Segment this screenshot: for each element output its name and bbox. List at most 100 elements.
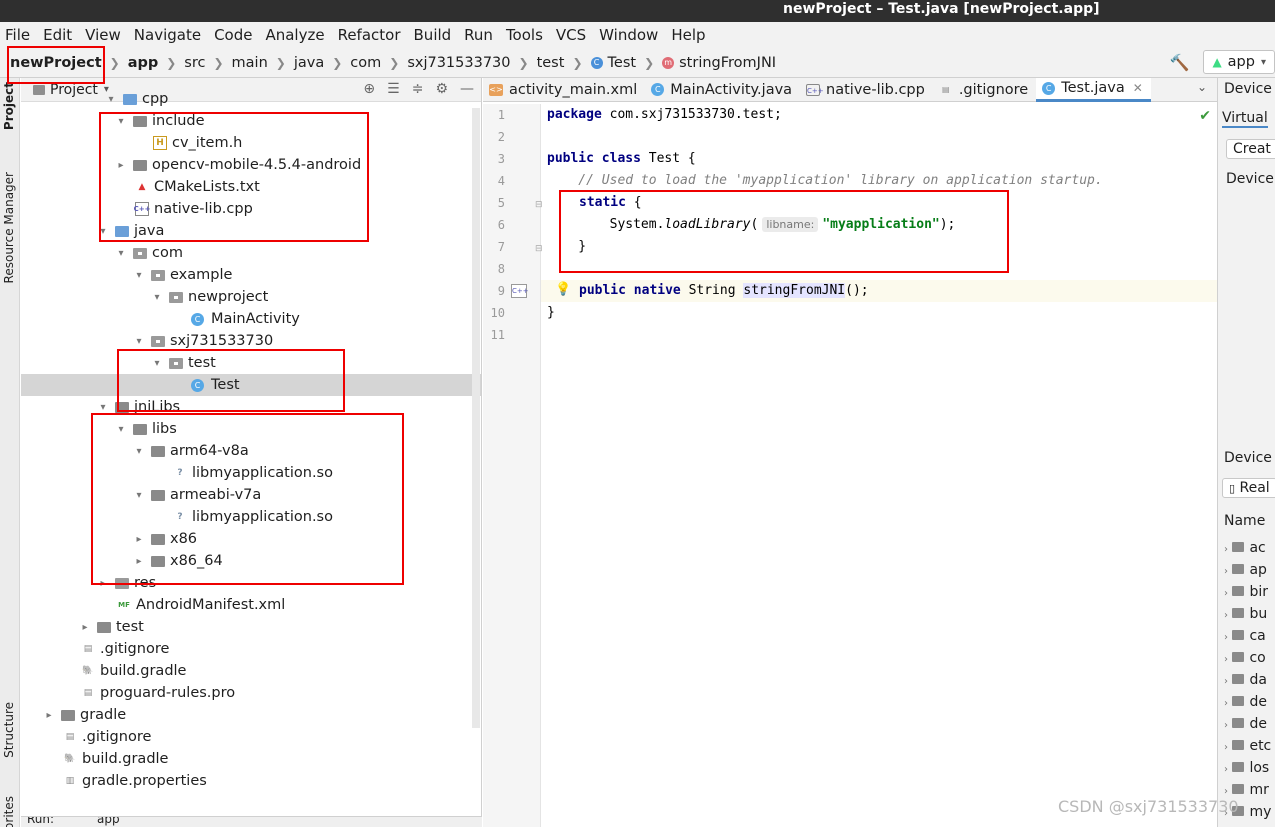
breadcrumb-src[interactable]: src ❯ xyxy=(184,55,231,71)
tree-item-x86-64[interactable]: ▸ x86_64 xyxy=(21,550,481,572)
breadcrumb-package[interactable]: sxj731533730 ❯ xyxy=(407,55,536,71)
breadcrumb-com[interactable]: com ❯ xyxy=(350,55,407,71)
tree-item-test-package[interactable]: ▾ test xyxy=(21,352,481,374)
tree-item-mainactivity[interactable]: C MainActivity xyxy=(21,308,481,330)
tab-virtual[interactable]: Virtual xyxy=(1222,110,1268,128)
tab-gitignore[interactable]: ▤ .gitignore xyxy=(933,78,1036,102)
chevron-down-icon: ▾ xyxy=(100,401,106,413)
tree-item-cpp[interactable]: ▾ cpp xyxy=(21,88,481,110)
run-config-select[interactable]: ▲ app ▾ xyxy=(1203,50,1275,74)
tree-item-native-lib-cpp[interactable]: C++ native-lib.cpp xyxy=(21,198,481,220)
breadcrumb-class[interactable]: C Test ❯ xyxy=(590,55,663,71)
tree-item-label: native-lib.cpp xyxy=(154,201,253,217)
create-device-button[interactable]: Creat xyxy=(1226,139,1275,159)
tree-item-gradle[interactable]: ▸ gradle xyxy=(21,704,481,726)
tab-project-side[interactable]: Project xyxy=(2,82,16,130)
menu-view[interactable]: View xyxy=(84,26,127,44)
tab-activity-main-xml[interactable]: <> activity_main.xml xyxy=(483,78,645,102)
menu-vcs[interactable]: VCS xyxy=(555,26,592,44)
tab-test-java[interactable]: C Test.java ✕ xyxy=(1036,77,1151,102)
xml-file-icon: <> xyxy=(489,83,503,96)
tree-item-proguard[interactable]: ▤ proguard-rules.pro xyxy=(21,682,481,704)
tab-favorites[interactable]: orites xyxy=(2,796,16,827)
tree-item-test-class[interactable]: C Test xyxy=(21,374,481,396)
fold-icon[interactable]: ⊟ xyxy=(535,244,543,254)
list-item[interactable]: › de xyxy=(1224,692,1271,714)
tree-item-libmyapplication-arm64[interactable]: ? libmyapplication.so xyxy=(21,462,481,484)
tree-item-gitignore-app[interactable]: ▤ .gitignore xyxy=(21,638,481,660)
close-icon[interactable]: ✕ xyxy=(1133,81,1143,95)
tree-item-newproject[interactable]: ▾ newproject xyxy=(21,286,481,308)
class-icon: C xyxy=(191,312,204,326)
run-label[interactable]: Run: xyxy=(27,817,54,826)
menu-code[interactable]: Code xyxy=(213,26,258,44)
tree-item-gradle-properties[interactable]: ▥ gradle.properties xyxy=(21,770,481,792)
folder-icon xyxy=(1232,762,1245,772)
tree-item-include[interactable]: ▾ include xyxy=(21,110,481,132)
tab-resource-manager[interactable]: Resource Manager xyxy=(2,172,16,283)
list-item[interactable]: › los xyxy=(1224,758,1271,780)
tree-item-libs[interactable]: ▾ libs xyxy=(21,418,481,440)
tree-item-jnilibs[interactable]: ▾ jniLibs xyxy=(21,396,481,418)
list-item[interactable]: › da xyxy=(1224,670,1271,692)
project-scrollbar[interactable] xyxy=(472,108,480,728)
folder-icon xyxy=(97,621,111,633)
device-select[interactable]: ▯ Real xyxy=(1222,478,1275,498)
tree-item-test-dir[interactable]: ▸ test xyxy=(21,616,481,638)
tab-structure[interactable]: Structure xyxy=(2,702,16,758)
list-item[interactable]: › de xyxy=(1224,714,1271,736)
run-app-label[interactable]: app xyxy=(97,817,120,826)
tree-item-res[interactable]: ▸ res xyxy=(21,572,481,594)
tree-item-gitignore-root[interactable]: ▤ .gitignore xyxy=(21,726,481,748)
menu-edit[interactable]: Edit xyxy=(42,26,78,44)
tab-native-lib-cpp[interactable]: C++ native-lib.cpp xyxy=(800,78,933,102)
chevron-down-icon[interactable]: ⌄ xyxy=(1197,80,1207,94)
tree-item-cv-item-h[interactable]: Hcv_item.h xyxy=(21,132,481,154)
breadcrumb-test[interactable]: test ❯ xyxy=(537,55,591,71)
tree-item-arm64-v8a[interactable]: ▾ arm64-v8a xyxy=(21,440,481,462)
menu-help[interactable]: Help xyxy=(670,26,711,44)
tree-item-armeabi-v7a[interactable]: ▾ armeabi-v7a xyxy=(21,484,481,506)
cpp-navigation-icon[interactable]: C++ xyxy=(511,284,529,298)
list-item[interactable]: › co xyxy=(1224,648,1271,670)
breadcrumb-java[interactable]: java ❯ xyxy=(294,55,350,71)
menu-run[interactable]: Run xyxy=(463,26,499,44)
tree-item-com[interactable]: ▾ com xyxy=(21,242,481,264)
list-item[interactable]: › ac xyxy=(1224,538,1271,560)
fold-icon[interactable]: ⊟ xyxy=(535,200,543,210)
list-item[interactable]: › ca xyxy=(1224,626,1271,648)
tree-item-cmakelists[interactable]: ▲ CMakeLists.txt xyxy=(21,176,481,198)
tree-item-build-gradle-app[interactable]: 🐘 build.gradle xyxy=(21,660,481,682)
hammer-icon[interactable]: 🔨 xyxy=(1170,53,1190,72)
tree-item-label: build.gradle xyxy=(82,751,169,767)
tree-item-x86[interactable]: ▸ x86 xyxy=(21,528,481,550)
chevron-right-icon: ❯ xyxy=(109,55,120,70)
menu-build[interactable]: Build xyxy=(413,26,458,44)
menu-tools[interactable]: Tools xyxy=(505,26,549,44)
tree-item-example[interactable]: ▾ example xyxy=(21,264,481,286)
lightbulb-icon[interactable]: 💡 xyxy=(555,282,571,297)
tab-mainactivity-java[interactable]: C MainActivity.java xyxy=(645,78,800,102)
menu-file[interactable]: File xyxy=(4,26,36,44)
list-item[interactable]: › bu xyxy=(1224,604,1271,626)
breadcrumb-module[interactable]: app ❯ xyxy=(128,55,185,71)
chevron-right-icon: ▸ xyxy=(136,555,142,567)
chevron-right-icon: ▸ xyxy=(100,577,106,589)
tree-item-sxj731533730[interactable]: ▾ sxj731533730 xyxy=(21,330,481,352)
breadcrumb-project[interactable]: newProject ❯ xyxy=(10,55,128,71)
tree-item-opencv[interactable]: ▸ opencv-mobile-4.5.4-android xyxy=(21,154,481,176)
list-item[interactable]: › ap xyxy=(1224,560,1271,582)
tree-item-libmyapplication-armeabi[interactable]: ? libmyapplication.so xyxy=(21,506,481,528)
tree-item-androidmanifest[interactable]: MF AndroidManifest.xml xyxy=(21,594,481,616)
breadcrumb-main[interactable]: main ❯ xyxy=(232,55,294,71)
tree-item-java[interactable]: ▾ java xyxy=(21,220,481,242)
folder-link-icon xyxy=(1232,586,1245,596)
menu-window[interactable]: Window xyxy=(598,26,664,44)
menu-refactor[interactable]: Refactor xyxy=(337,26,407,44)
menu-navigate[interactable]: Navigate xyxy=(133,26,207,44)
list-item[interactable]: › bir xyxy=(1224,582,1271,604)
list-item[interactable]: › etc xyxy=(1224,736,1271,758)
breadcrumb-method[interactable]: m stringFromJNI xyxy=(662,55,776,71)
menu-analyze[interactable]: Analyze xyxy=(264,26,330,44)
tree-item-build-gradle-root[interactable]: 🐘 build.gradle xyxy=(21,748,481,770)
